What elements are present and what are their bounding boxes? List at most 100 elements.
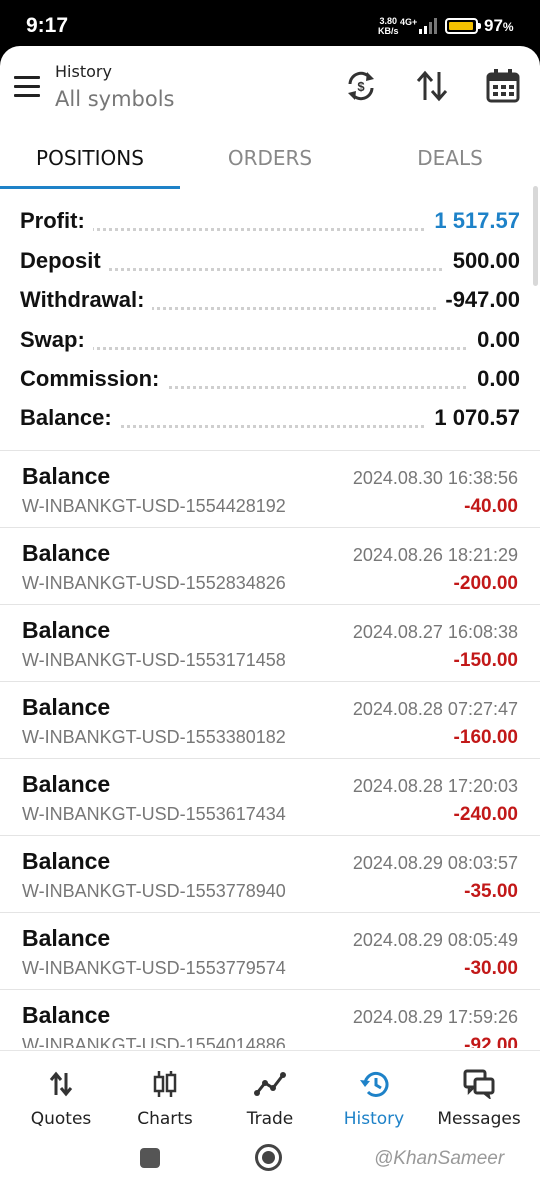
summary-value: 500.00 (444, 248, 520, 274)
nav-history[interactable]: History (320, 1051, 428, 1137)
item-time: 2024.08.28 07:27:47 (352, 699, 518, 719)
active-tab-indicator (0, 186, 180, 189)
list-item[interactable]: Balance W-INBANKGT-USD-1554014886 2024.0… (0, 990, 540, 1048)
summary-row-balance: Balance: 1 070.57 (20, 405, 520, 435)
nav-quotes[interactable]: Quotes (7, 1051, 115, 1137)
watermark: @KhanSameer (374, 1148, 505, 1169)
tabs: POSITIONS ORDERS DEALS (0, 136, 540, 190)
item-id: W-INBANKGT-USD-1554014886 (22, 1035, 286, 1048)
summary-value: 0.00 (469, 366, 520, 392)
tab-positions[interactable]: POSITIONS (0, 136, 180, 190)
list-item[interactable]: Balance W-INBANKGT-USD-1553779574 2024.0… (0, 913, 540, 990)
status-bar: 9:17 3.80 KB/s 4G+ 97% (0, 0, 540, 50)
summary-label: Profit: (20, 208, 93, 234)
item-type: Balance (22, 694, 111, 720)
summary-row-commission: Commission: 0.00 (20, 366, 520, 396)
menu-icon[interactable] (14, 76, 42, 98)
summary-value: 1 070.57 (426, 405, 520, 431)
nav-label: Charts (137, 1109, 193, 1129)
summary-row-profit: Profit: 1 517.57 (20, 208, 520, 238)
nav-label: Trade (246, 1109, 294, 1129)
item-id: W-INBANKGT-USD-1553171458 (22, 650, 286, 670)
item-time: 2024.08.29 08:03:57 (352, 853, 518, 873)
home-button[interactable] (255, 1144, 282, 1171)
item-time: 2024.08.26 18:21:29 (352, 545, 518, 565)
list-item[interactable]: Balance W-INBANKGT-USD-1554428192 2024.0… (0, 451, 540, 528)
quotes-icon (49, 1071, 73, 1097)
tab-deals[interactable]: DEALS (360, 136, 540, 190)
item-amount: -150.00 (453, 650, 518, 671)
item-type: Balance (22, 1002, 111, 1028)
item-type: Balance (22, 771, 111, 797)
summary-label: Withdrawal: (20, 287, 153, 313)
status-time: 9:17 (26, 14, 69, 37)
item-type: Balance (22, 463, 111, 489)
top-bar: History All symbols $ (0, 46, 540, 126)
list-item[interactable]: Balance W-INBANKGT-USD-1553380182 2024.0… (0, 682, 540, 759)
symbol-filter[interactable]: All symbols (55, 87, 175, 111)
item-id: W-INBANKGT-USD-1554428192 (22, 496, 286, 516)
page-title: History (55, 62, 112, 81)
item-type: Balance (22, 540, 111, 566)
trend-line-icon (254, 1072, 286, 1096)
summary-label: Swap: (20, 327, 93, 353)
summary-panel: Profit: 1 517.57 Deposit 500.00 Withdraw… (0, 206, 540, 442)
summary-row-withdrawal: Withdrawal: -947.00 (20, 287, 520, 317)
app-screen: History All symbols $ POSITIONS ORDERS D… (0, 46, 540, 1200)
item-type: Balance (22, 617, 111, 643)
summary-row-swap: Swap: 0.00 (20, 327, 520, 357)
item-id: W-INBANKGT-USD-1553778940 (22, 881, 286, 901)
nav-label: Quotes (30, 1109, 92, 1129)
item-id: W-INBANKGT-USD-1552834826 (22, 573, 286, 593)
item-time: 2024.08.29 17:59:26 (352, 1007, 518, 1027)
item-amount: -30.00 (464, 958, 518, 979)
bottom-nav: Quotes Charts Trade History Messages (0, 1050, 540, 1136)
network-speed: 3.80 KB/s (378, 16, 399, 36)
list-item[interactable]: Balance W-INBANKGT-USD-1553617434 2024.0… (0, 759, 540, 836)
summary-label: Balance: (20, 405, 120, 431)
summary-label: Deposit (20, 248, 109, 274)
nav-label: History (343, 1109, 405, 1129)
nav-messages[interactable]: Messages (425, 1051, 533, 1137)
system-nav-bar: @KhanSameer (0, 1136, 540, 1200)
nav-charts[interactable]: Charts (111, 1051, 219, 1137)
item-id: W-INBANKGT-USD-1553779574 (22, 958, 286, 978)
battery-icon (445, 18, 478, 34)
history-icon (360, 1071, 389, 1097)
recent-apps-button[interactable] (140, 1148, 160, 1168)
item-time: 2024.08.27 16:08:38 (352, 622, 518, 642)
messages-icon (463, 1069, 495, 1099)
signal-type: 4G+ (400, 17, 418, 27)
item-type: Balance (22, 925, 111, 951)
item-time: 2024.08.29 08:05:49 (352, 930, 518, 950)
item-time: 2024.08.30 16:38:56 (352, 468, 518, 488)
summary-value: -947.00 (437, 287, 520, 313)
signal-bars-icon (419, 18, 437, 34)
summary-label: Commission: (20, 366, 168, 392)
item-amount: -92.00 (464, 1035, 518, 1048)
candlestick-icon (153, 1071, 177, 1097)
svg-text:$: $ (357, 79, 365, 94)
history-list: Balance W-INBANKGT-USD-1554428192 2024.0… (0, 450, 540, 1048)
summary-row-deposit: Deposit 500.00 (20, 248, 520, 278)
currency-exchange-icon[interactable]: $ (343, 68, 379, 104)
tab-orders[interactable]: ORDERS (180, 136, 360, 190)
list-item[interactable]: Balance W-INBANKGT-USD-1553778940 2024.0… (0, 836, 540, 913)
list-item[interactable]: Balance W-INBANKGT-USD-1552834826 2024.0… (0, 528, 540, 605)
item-amount: -160.00 (453, 727, 518, 748)
item-amount: -240.00 (453, 804, 518, 825)
summary-value: 0.00 (469, 327, 520, 353)
item-id: W-INBANKGT-USD-1553617434 (22, 804, 286, 824)
item-time: 2024.08.28 17:20:03 (352, 776, 518, 796)
battery-level (449, 22, 473, 30)
calendar-icon[interactable] (485, 68, 521, 104)
battery-percent: 97% (484, 16, 514, 35)
item-amount: -35.00 (464, 881, 518, 902)
item-id: W-INBANKGT-USD-1553380182 (22, 727, 286, 747)
nav-trade[interactable]: Trade (216, 1051, 324, 1137)
summary-value: 1 517.57 (426, 208, 520, 234)
item-amount: -200.00 (453, 573, 518, 594)
item-amount: -40.00 (464, 496, 518, 517)
sort-icon[interactable] (414, 68, 450, 104)
list-item[interactable]: Balance W-INBANKGT-USD-1553171458 2024.0… (0, 605, 540, 682)
